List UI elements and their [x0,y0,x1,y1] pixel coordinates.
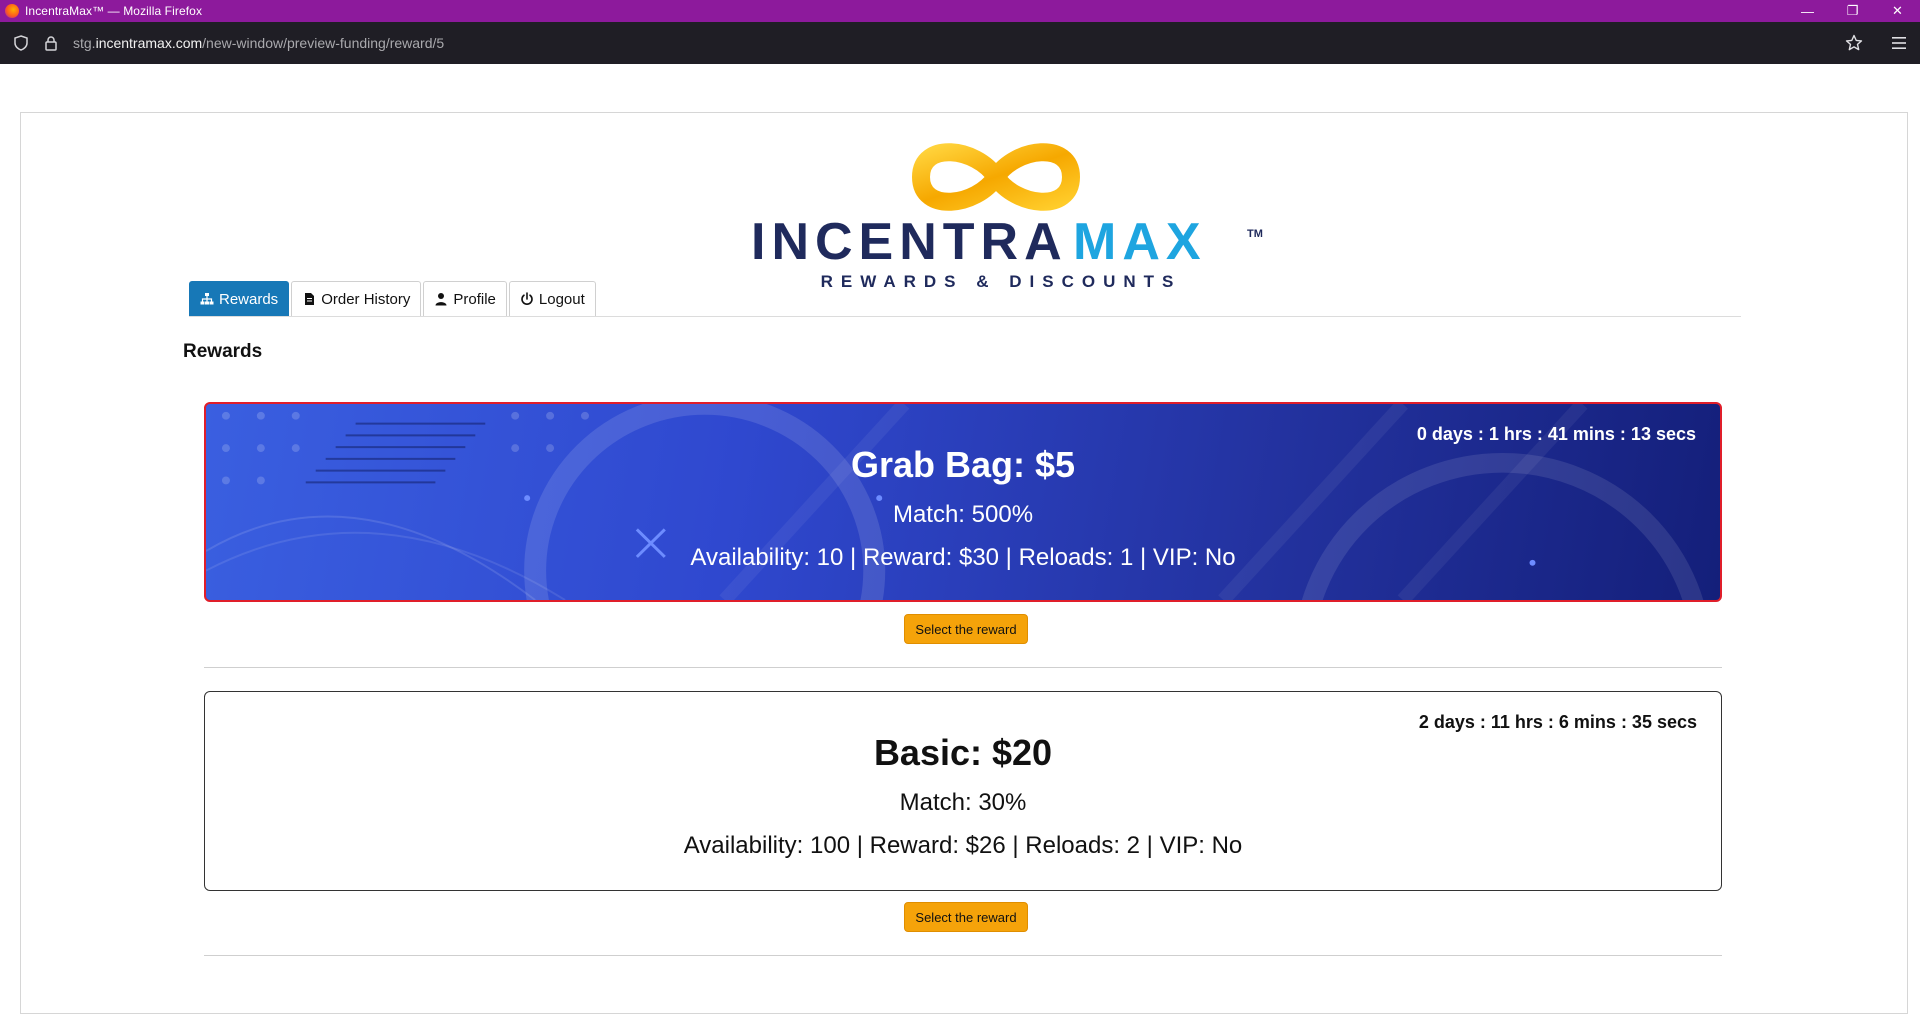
select-reward-button[interactable]: Select the reward [904,902,1028,932]
page-container: INCENTRA MAX TM REWARDS & DISCOUNTS Rewa… [20,112,1908,1014]
logo-tagline: REWARDS & DISCOUNTS [821,272,1182,289]
logo-wordmark: INCENTRA [751,213,1068,271]
shield-icon[interactable] [11,33,31,53]
reward-card-grab-bag[interactable]: 0 days : 1 hrs : 41 mins : 13 secs Grab … [204,402,1722,602]
user-icon [435,293,447,306]
tab-label: Rewards [219,290,279,308]
close-icon[interactable]: ✕ [1875,0,1920,22]
reward-countdown-timer: 2 days : 11 hrs : 6 mins : 35 secs [1418,712,1697,732]
window-title: IncentraMax™ — Mozilla Firefox [25,4,203,18]
minimize-icon[interactable]: — [1785,0,1830,22]
reward-details: Availability: 100 | Reward: $26 | Reload… [683,832,1243,859]
tab-profile[interactable]: Profile [423,281,507,316]
logo-wordmark-accent: MAX [1073,213,1207,271]
page-title: Rewards [183,341,263,362]
tabs-divider [189,316,1741,317]
bookmark-star-icon[interactable] [1842,31,1866,55]
reward-card-basic[interactable]: 2 days : 11 hrs : 6 mins : 35 secs Basic… [204,691,1722,891]
reward-divider [204,667,1722,668]
tab-label: Logout [538,290,585,308]
hamburger-menu-icon[interactable] [1888,32,1910,54]
window-titlebar: IncentraMax™ — Mozilla Firefox — ❐ ✕ [0,0,1920,22]
reward-details: Availability: 10 | Reward: $30 | Reloads… [690,544,1236,571]
reward-match: Match: 30% [899,789,1027,816]
incentramax-logo: INCENTRA MAX TM REWARDS & DISCOUNTS [721,129,1281,291]
tab-order-history[interactable]: Order History [291,281,422,316]
firefox-icon [5,4,19,18]
lock-icon[interactable] [41,33,61,53]
reward-match: Match: 500% [892,501,1034,528]
tab-label: Profile [453,290,496,308]
reward-countdown-timer: 0 days : 1 hrs : 41 mins : 13 secs [1416,424,1696,444]
power-icon [521,292,533,305]
reward-name: Grab Bag: $5 [850,444,1076,485]
url-text[interactable]: stg.incentramax.com/new-window/preview-f… [73,35,1842,51]
logo-trademark: TM [1247,228,1263,240]
reward-divider [204,955,1722,956]
document-icon [305,293,315,305]
main-tabs: Rewards Order History Profile Logout [189,281,598,317]
tab-logout[interactable]: Logout [508,281,596,316]
sitemap-icon [200,293,214,305]
select-reward-button[interactable]: Select the reward [904,614,1028,644]
tab-label: Order History [321,290,411,308]
address-bar[interactable]: stg.incentramax.com/new-window/preview-f… [0,22,1920,64]
reward-name: Basic: $20 [873,732,1053,773]
tab-rewards[interactable]: Rewards [189,281,290,316]
restore-icon[interactable]: ❐ [1830,0,1875,22]
